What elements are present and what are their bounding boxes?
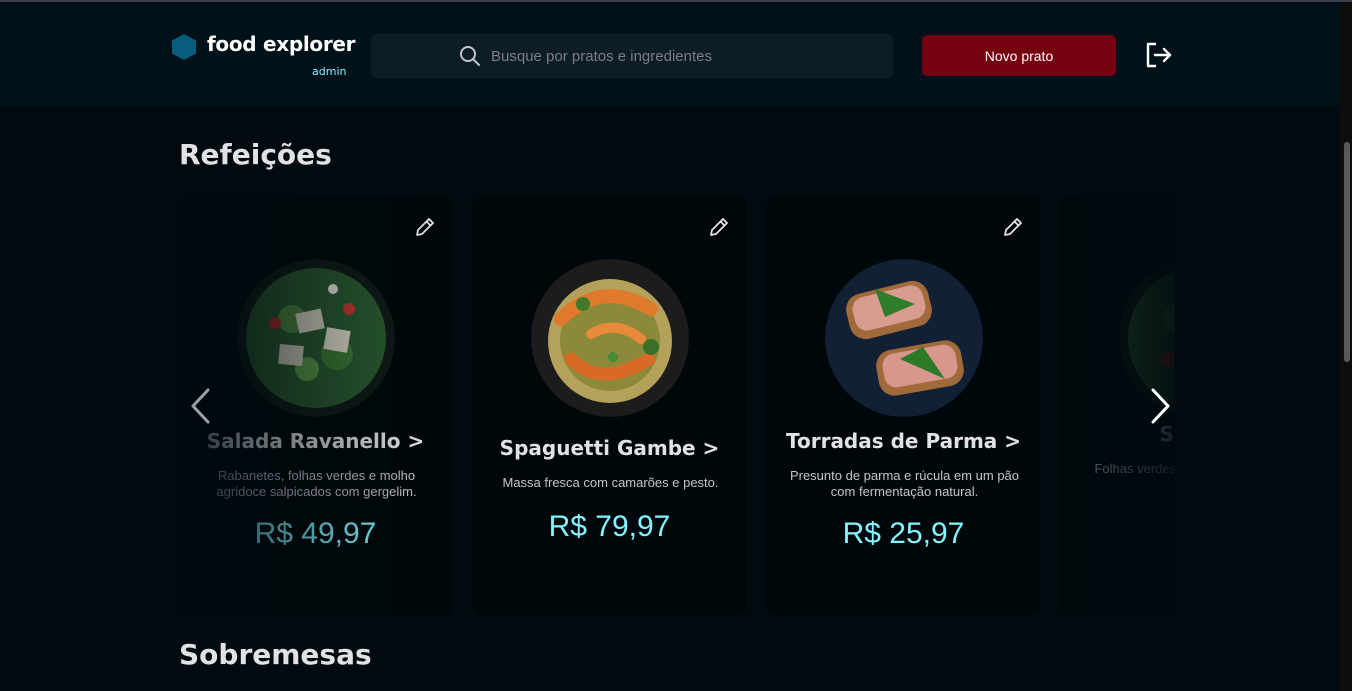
new-dish-button[interactable]: Novo prato — [922, 35, 1116, 76]
search-icon — [460, 46, 480, 66]
dish-description: Presunto de parma e rúcula em um pão com… — [789, 468, 1020, 499]
admin-badge: admin — [312, 65, 347, 78]
dish-image[interactable] — [237, 259, 395, 417]
dish-card[interactable]: Salada Ravanello > Rabanetes, folhas ver… — [179, 198, 452, 614]
hexagon-icon — [172, 34, 196, 60]
sign-out-icon[interactable] — [1145, 42, 1173, 68]
meals-carousel: Salada Ravanello > Rabanetes, folhas ver… — [179, 198, 1175, 616]
pencil-icon[interactable] — [413, 215, 437, 239]
pencil-icon[interactable] — [707, 215, 731, 239]
dish-description: Folhas verdes suculentos, cenouras — [1094, 461, 1175, 476]
section-title-meals: Refeições — [179, 138, 332, 171]
header: food explorer admin Novo prato — [0, 2, 1340, 106]
dish-description: Rabanetes, folhas verdes e molho agridoc… — [216, 468, 417, 499]
dish-description: Massa fresca com camarões e pesto. — [502, 475, 719, 490]
dish-name[interactable]: Spaguetti Gambe > — [474, 436, 745, 460]
scrollbar-thumb[interactable] — [1344, 142, 1350, 362]
chevron-right-icon[interactable] — [1148, 386, 1172, 426]
dish-image[interactable] — [531, 259, 689, 417]
search-input[interactable] — [491, 34, 881, 78]
pencil-icon[interactable] — [1001, 215, 1025, 239]
dish-name[interactable]: Salada Ravanello > — [180, 429, 451, 453]
app-window: food explorer admin Novo prato Refeições — [0, 0, 1352, 691]
dish-price: R$ 79,97 — [548, 510, 671, 543]
search-bar[interactable] — [371, 34, 893, 78]
chevron-left-icon[interactable] — [189, 386, 213, 426]
section-title-desserts: Sobremesas — [179, 638, 372, 671]
dish-card[interactable]: Spaguetti Gambe > Massa fresca com camar… — [473, 198, 746, 614]
dish-price: R$ 49,97 — [254, 517, 377, 550]
dish-card[interactable]: Torradas de Parma > Presunto de parma e … — [767, 198, 1040, 614]
dish-price: R$ — [1062, 525, 1175, 559]
logo-title: food explorer — [207, 32, 356, 56]
dish-name[interactable]: Torradas de Parma > — [768, 429, 1039, 453]
scrollbar[interactable] — [1340, 2, 1352, 691]
dish-image[interactable] — [825, 259, 983, 417]
dish-price: R$ 25,97 — [842, 517, 965, 550]
